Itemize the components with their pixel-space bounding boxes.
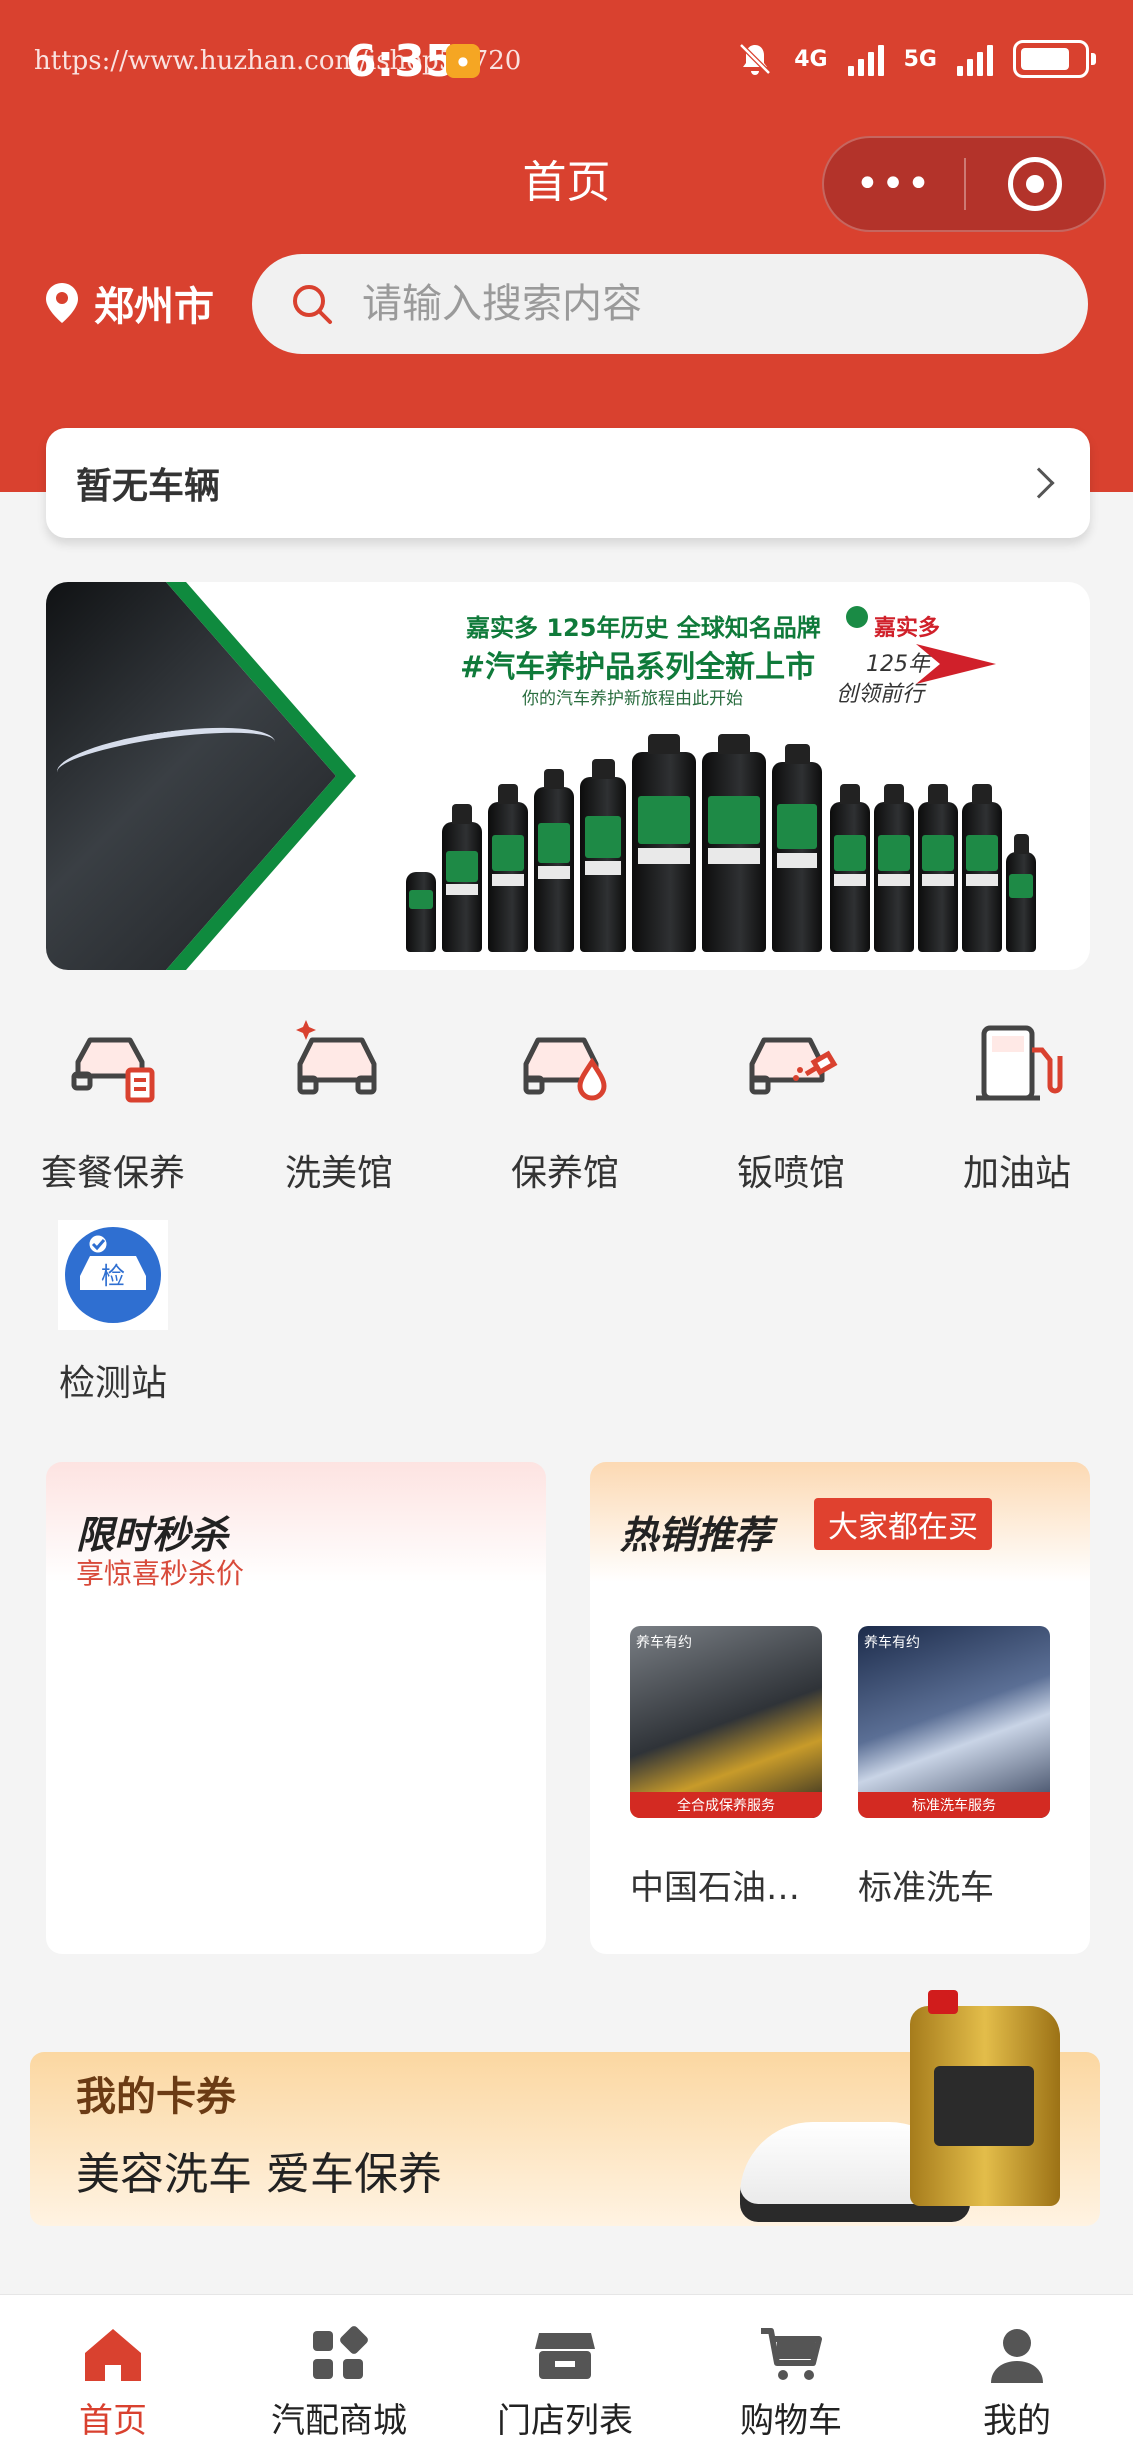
store-icon [535,2333,595,2379]
inspection-icon: 检 [58,1220,168,1330]
hot-sale-badge: 大家都在买 [814,1498,992,1550]
tab-home[interactable]: 首页 [0,2325,226,2442]
product-image-wash: 养车有约 标准洗车服务 [858,1626,1050,1818]
banner-slogan: 创领前行 [836,682,925,707]
location-selector[interactable]: 郑州市 [46,274,214,332]
service-label: 套餐保养 [40,1153,185,1194]
target-icon [1007,157,1062,211]
tab-profile[interactable]: 我的 [904,2325,1130,2442]
engine-oil-image [910,1990,1060,2206]
my-coupons-banner[interactable]: 我的卡券 美容洗车 爱车保养 [30,1990,1100,2226]
status-time: 6:35 [346,36,456,87]
product-tag: 养车有约 [636,1635,692,1651]
status-indicators: 4G 5G [736,40,1096,78]
service-maintenance[interactable]: 保养馆 [452,1010,678,1196]
product-name: 中国石油3… [630,1868,816,1908]
tab-parts-mall[interactable]: 汽配商城 [226,2325,452,2442]
banner-line2: #汽车养护品系列全新上市 [460,650,816,685]
banner-brand: 嘉实多 [874,616,941,641]
service-inspection[interactable]: 检 检测站 [0,1220,226,1406]
search-input[interactable] [362,281,1042,327]
product-footer-text: 标准洗车服务 [912,1798,996,1814]
bottom-tab-bar: 首页 汽配商城 门店列表 购物车 我的 [0,2294,1133,2453]
flash-sale-subtitle: 享惊喜秒杀价 [76,1557,245,1590]
signal-icon [847,42,884,76]
mute-bell-icon [739,43,772,75]
flash-sale-card[interactable]: 限时秒杀 享惊喜秒杀价 [46,1462,546,1954]
product-image-oil: 养车有约 全合成保养服务 [630,1626,822,1818]
cart-icon [761,2328,822,2380]
service-label: 钣喷馆 [736,1153,845,1194]
tab-label: 首页 [79,2401,147,2441]
vehicle-selector[interactable]: 暂无车辆 [46,428,1090,538]
car-oil-icon [523,1037,607,1101]
hot-sale-title: 热销推荐 [620,1513,773,1557]
coupon-title: 我的卡券 [76,2074,236,2120]
more-menu-button[interactable]: ••• [824,164,964,204]
search-icon [293,285,332,324]
service-label: 保养馆 [510,1153,619,1194]
battery-icon [1013,40,1096,78]
tab-store-list[interactable]: 门店列表 [452,2325,678,2442]
hot-sale-card[interactable]: 热销推荐 大家都在买 养车有约 全合成保养服务 中国石油3… 养车有约 标准洗车… [590,1462,1090,1954]
notification-badge-icon: ● [446,44,480,78]
location-pin-icon [46,283,78,323]
city-name: 郑州市 [94,284,214,330]
coupon-subtitle: 美容洗车 爱车保养 [76,2149,442,2200]
product-name: 标准洗车 [858,1868,994,1908]
promo-banner[interactable]: 嘉实多 125年历史 全球知名品牌 #汽车养护品系列全新上市 你的汽车养护新旅程… [46,582,1090,970]
service-label: 检测站 [58,1363,167,1404]
car-spray-icon [749,1037,838,1095]
service-label: 洗美馆 [284,1153,393,1194]
chevron-right-icon [1023,467,1055,499]
miniprogram-capsule: ••• [822,136,1106,232]
signal-icon [957,42,993,76]
service-car-wash[interactable]: 洗美馆 [226,1010,452,1196]
product-bottles-image [406,734,1046,952]
tab-label: 门店列表 [497,2401,633,2441]
service-gas-station[interactable]: 加油站 [904,1010,1130,1196]
tab-label: 汽配商城 [271,2401,407,2441]
product-card[interactable]: 养车有约 标准洗车服务 标准洗车 [858,1626,1050,1909]
network-4g: 4G [794,46,828,72]
search-bar[interactable] [252,254,1088,354]
network-5g: 5G [903,46,937,72]
status-bar: https://www.huzhan.com/ishop54720 6:35 ●… [0,0,1133,120]
vehicle-label: 暂无车辆 [76,466,221,507]
user-icon [991,2329,1043,2383]
tab-cart[interactable]: 购物车 [678,2325,904,2442]
tab-label: 我的 [983,2401,1051,2441]
product-tag: 养车有约 [864,1635,920,1651]
grid-icon [313,2326,368,2379]
service-package-maintenance[interactable]: 套餐保养 [0,1010,226,1196]
close-miniprogram-button[interactable] [966,157,1104,211]
home-icon [85,2329,141,2381]
banner-years: 125年 [866,652,930,677]
car-package-icon [71,1037,155,1103]
banner-line1: 嘉实多 125年历史 全球知名品牌 [466,614,821,642]
fuel-pump-icon [976,1025,1063,1101]
service-body-paint[interactable]: 钣喷馆 [678,1010,904,1196]
car-wash-icon [296,1020,377,1095]
product-footer-text: 全合成保养服务 [677,1798,775,1814]
flash-sale-title: 限时秒杀 [76,1513,229,1557]
service-label: 加油站 [962,1153,1071,1194]
banner-line3: 你的汽车养护新旅程由此开始 [522,689,743,709]
tab-label: 购物车 [740,2401,842,2441]
castrol-logo-icon [846,606,868,628]
inspection-badge: 检 [101,1262,125,1290]
product-card[interactable]: 养车有约 全合成保养服务 中国石油3… [630,1626,822,1909]
